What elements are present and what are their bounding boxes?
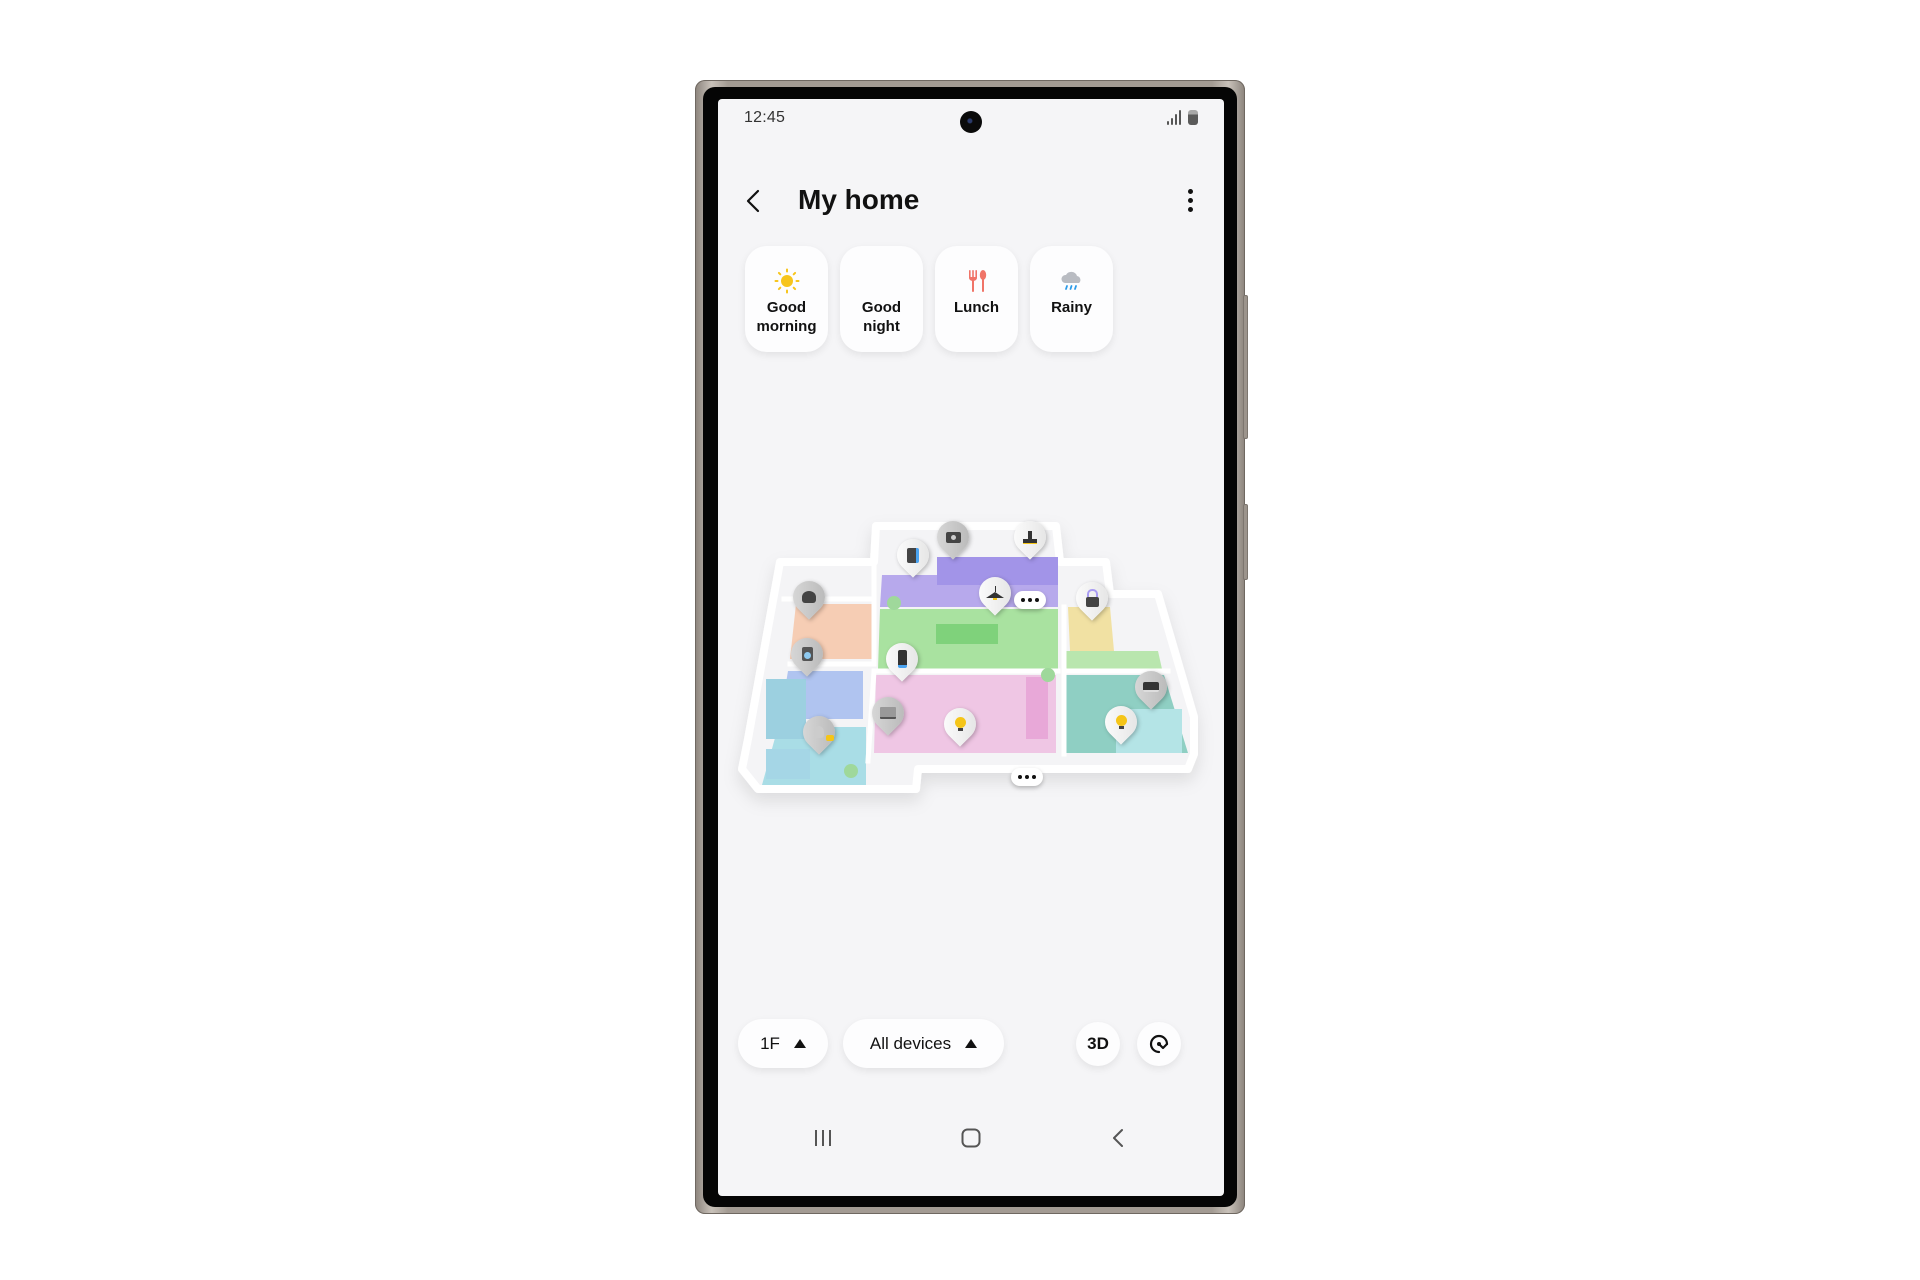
map-controls: 1F All devices 3D bbox=[718, 1019, 1224, 1069]
caret-up-icon bbox=[965, 1039, 978, 1048]
bed-left bbox=[766, 679, 806, 739]
view-3d-toggle[interactable]: 3D bbox=[1076, 1022, 1120, 1066]
device-filter-dropdown[interactable]: All devices bbox=[843, 1019, 1004, 1068]
scene-list: Good morning Good night Lunch Rainy bbox=[745, 246, 1113, 352]
refrigerator-icon bbox=[897, 539, 929, 571]
scene-lunch[interactable]: Lunch bbox=[935, 246, 1018, 352]
device-pin-range-hood[interactable] bbox=[1007, 514, 1053, 561]
home-button[interactable] bbox=[956, 1123, 986, 1153]
front-camera bbox=[960, 111, 982, 133]
app-header: My home bbox=[718, 179, 1224, 223]
screen: 12:45 My home Good morning Good night Lu… bbox=[718, 99, 1224, 1196]
rotate-view-button[interactable] bbox=[1137, 1022, 1181, 1066]
status-icons bbox=[1167, 109, 1198, 125]
page-title: My home bbox=[798, 184, 920, 215]
plant bbox=[887, 596, 901, 610]
scene-label: Lunch bbox=[954, 299, 999, 316]
sun-icon bbox=[774, 268, 800, 294]
signal-icon bbox=[1167, 110, 1181, 125]
moon-icon bbox=[869, 268, 895, 294]
caret-up-icon bbox=[793, 1039, 806, 1048]
system-navigation-bar bbox=[718, 1117, 1224, 1157]
scene-label: Good night bbox=[861, 299, 902, 335]
air-conditioner-icon bbox=[1135, 671, 1167, 703]
back-icon bbox=[1113, 1129, 1123, 1147]
device-pin-smart-sensor[interactable] bbox=[879, 636, 925, 683]
power-button bbox=[1243, 504, 1248, 580]
light-bulb-icon bbox=[1105, 706, 1137, 738]
back-button[interactable] bbox=[740, 187, 768, 215]
device-pin-door-lock[interactable] bbox=[1069, 575, 1115, 622]
chevron-left-icon bbox=[746, 189, 760, 213]
device-pin-air-conditioner[interactable] bbox=[1128, 664, 1174, 711]
floor-label: 1F bbox=[760, 1033, 780, 1053]
light-bulb-icon bbox=[803, 716, 835, 748]
scene-good-morning[interactable]: Good morning bbox=[745, 246, 828, 352]
more-options-button[interactable] bbox=[1178, 185, 1202, 215]
floor-selector[interactable]: 1F bbox=[738, 1019, 828, 1068]
battery-icon bbox=[1188, 110, 1198, 125]
sofa bbox=[1026, 677, 1048, 739]
device-pin-living-light[interactable] bbox=[937, 701, 983, 748]
device-pin-pendant-light[interactable] bbox=[972, 570, 1018, 617]
status-time: 12:45 bbox=[744, 109, 786, 126]
device-pin-bedroom-light[interactable] bbox=[796, 709, 842, 756]
device-pin-refrigerator[interactable] bbox=[890, 532, 936, 579]
scene-label: Good morning bbox=[756, 299, 817, 335]
scene-label: Rainy bbox=[1051, 299, 1092, 316]
more-options-icon bbox=[1187, 188, 1193, 194]
plant bbox=[1041, 668, 1055, 682]
plant bbox=[844, 764, 858, 778]
device-pin-bedroom-right-light[interactable] bbox=[1098, 699, 1144, 746]
tv-icon bbox=[872, 697, 904, 729]
air-purifier-icon bbox=[886, 643, 918, 675]
scene-rainy[interactable]: Rainy bbox=[1030, 246, 1113, 352]
floor-plan-map[interactable] bbox=[718, 499, 1224, 859]
recent-apps-icon bbox=[815, 1130, 831, 1146]
filter-label: All devices bbox=[869, 1033, 952, 1053]
lock-icon bbox=[1076, 582, 1108, 614]
range-hood-icon bbox=[1014, 521, 1046, 553]
dining-table bbox=[936, 624, 998, 644]
system-back-button[interactable] bbox=[1103, 1123, 1133, 1153]
volume-button bbox=[1243, 295, 1248, 439]
robot-vacuum-icon bbox=[793, 581, 825, 613]
washer-icon bbox=[791, 638, 823, 670]
device-pin-tv[interactable] bbox=[865, 690, 911, 737]
scene-good-night[interactable]: Good night bbox=[840, 246, 923, 352]
view-label: 3D bbox=[1087, 1034, 1109, 1053]
pendant-light-icon bbox=[979, 577, 1011, 609]
recent-apps-button[interactable] bbox=[808, 1123, 838, 1153]
device-pin-washer[interactable] bbox=[784, 631, 830, 678]
room-hallway bbox=[1062, 651, 1162, 669]
oven-icon bbox=[937, 521, 969, 553]
rotate-icon bbox=[1149, 1034, 1169, 1054]
fork-spoon-icon bbox=[964, 268, 990, 294]
rain-cloud-icon bbox=[1059, 268, 1085, 294]
home-icon bbox=[961, 1128, 981, 1148]
device-pin-oven[interactable] bbox=[930, 514, 976, 561]
more-devices-living[interactable] bbox=[1011, 768, 1043, 786]
light-bulb-icon bbox=[944, 708, 976, 740]
device-pin-robot-vacuum[interactable] bbox=[786, 574, 832, 621]
more-devices-kitchen[interactable] bbox=[1014, 591, 1046, 609]
